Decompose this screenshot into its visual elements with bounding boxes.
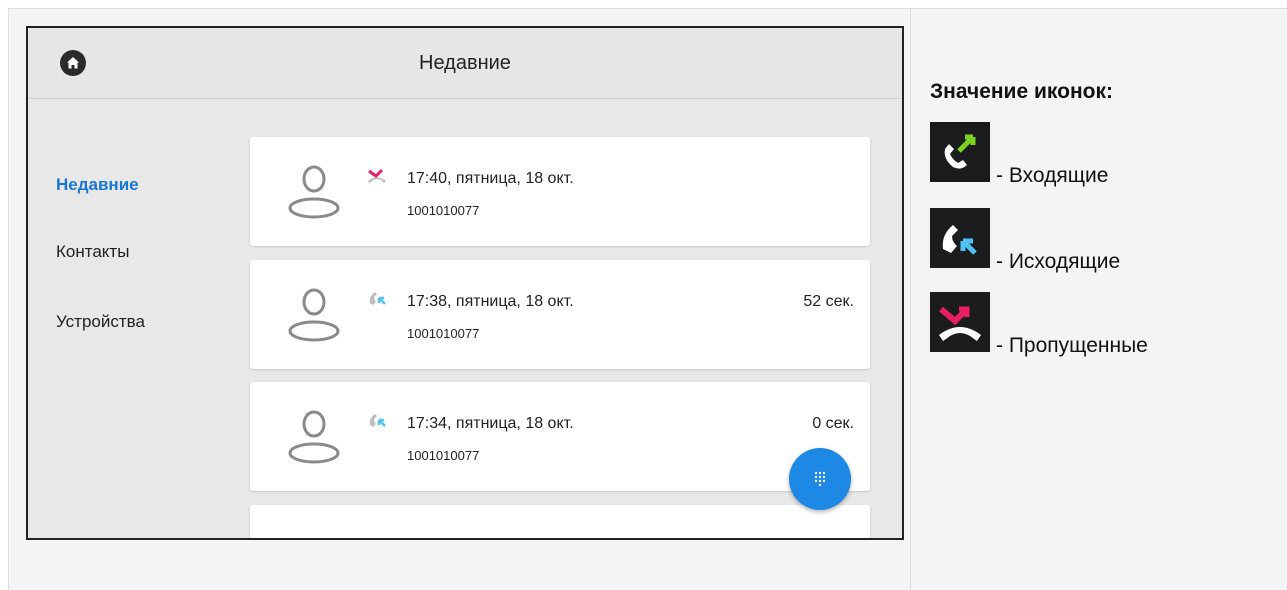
call-list-item[interactable]: 17:40, пятница, 18 окт. 1001010077 [250,137,870,246]
intercom-screen: Недавние Недавние Контакты Устройства 17… [26,26,904,540]
call-duration: 0 сек. [812,415,854,432]
sidebar: Недавние Контакты Устройства [28,99,248,538]
call-number: 1001010077 [407,203,480,218]
missed-call-icon [368,168,386,183]
call-list-item[interactable]: 17:34, пятница, 18 окт. 1001010077 0 сек… [250,382,870,491]
legend-label: - Пропущенные [996,334,1148,357]
sidebar-item-recent[interactable]: Недавние [56,175,139,195]
call-number: 1001010077 [407,326,480,341]
person-icon [288,165,340,219]
outgoing-call-icon [930,208,990,268]
page-title: Недавние [419,52,511,74]
legend-title: Значение иконок: [930,80,1113,103]
sidebar-item-devices[interactable]: Устройства [56,312,145,332]
outgoing-call-icon [369,414,386,427]
sidebar-item-contacts[interactable]: Контакты [56,242,129,262]
call-number: 1001010077 [407,448,480,463]
person-icon [288,410,340,464]
call-list-item[interactable] [250,505,870,538]
legend-label: - Исходящие [996,250,1121,273]
call-duration: 52 сек. [803,293,854,310]
table-divider [910,8,911,589]
top-bar: Недавние [28,28,902,99]
person-icon [288,288,340,342]
dialpad-icon [814,471,826,487]
incoming-call-icon [930,122,990,182]
missed-call-icon [930,292,990,352]
call-list-item[interactable]: 17:38, пятница, 18 окт. 1001010077 52 се… [250,260,870,369]
dialpad-button[interactable] [789,448,851,510]
call-time: 17:40, пятница, 18 окт. [407,170,574,187]
legend-label: - Входящие [996,164,1109,187]
outgoing-call-icon [369,292,386,305]
call-time: 17:38, пятница, 18 окт. [407,293,574,310]
call-time: 17:34, пятница, 18 окт. [407,415,574,432]
